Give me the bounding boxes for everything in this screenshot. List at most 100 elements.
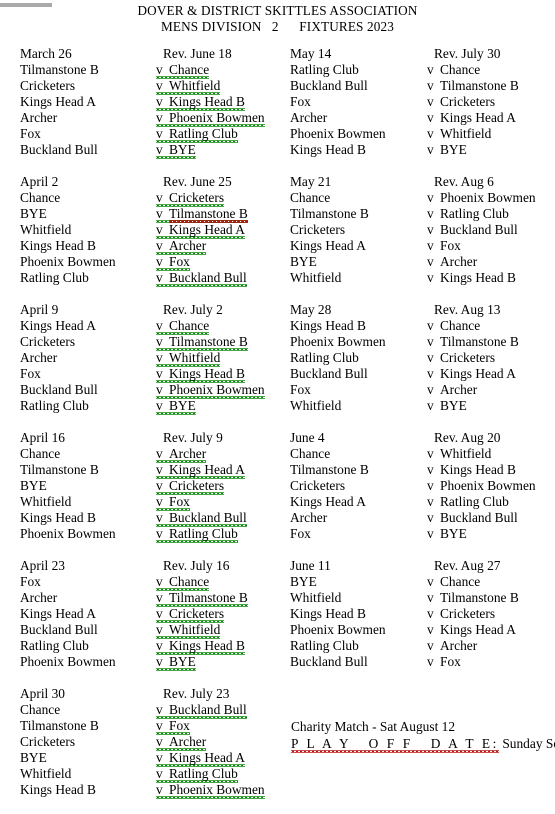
versus-token: v (156, 510, 163, 525)
grammar-squiggle: v Phoenix Bowmen (156, 110, 265, 127)
grammar-squiggle: v Chance (156, 318, 210, 335)
home-team-line: Whitfield (290, 398, 342, 413)
versus-token: v (427, 446, 434, 461)
versus-token: v (156, 702, 163, 717)
team-name: Tilmanstone B (440, 590, 519, 605)
reverse-fixture-date: Rev. July 9 (163, 430, 223, 445)
away-team-line: v BYE (156, 654, 288, 670)
fixture-home-column: April 9 Kings Head A Cricketers Archer Fox Bu… (20, 302, 160, 414)
grammar-squiggle: v BYE (156, 142, 196, 159)
versus-token: v (156, 94, 163, 109)
versus-token: v (156, 638, 163, 653)
home-team-line: Kings Head A (290, 238, 366, 253)
away-team-line: v Phoenix Bowmen (427, 190, 555, 206)
fixture-away-column: Rev. Aug 27 v Chance v Tilmanstone Bv Cricket… (427, 558, 555, 670)
reverse-fixture-date: Rev. July 30 (434, 46, 501, 61)
home-team-line: Buckland Bull (290, 78, 368, 93)
home-team-line: Cricketers (290, 478, 346, 493)
home-team-line: BYE (20, 478, 47, 493)
grammar-squiggle: v Kings Head A (156, 750, 245, 767)
versus-token: v (427, 654, 434, 669)
grammar-squiggle: v Kings Head A (156, 462, 245, 479)
versus-token: v (156, 126, 163, 141)
away-team-line: v Archer (427, 638, 555, 654)
versus-token: v (156, 382, 163, 397)
fixture-home-column: April 23 Fox Archer Kings Head A Buckland Bu… (20, 558, 160, 670)
versus-token: v (156, 590, 163, 605)
home-team-line: Fox (20, 366, 41, 381)
team-name: Kings Head B (169, 638, 245, 653)
home-team-line: Tilmanstone B (290, 206, 369, 221)
home-team-line: Phoenix Bowmen (290, 622, 386, 637)
team-name: BYE (440, 142, 467, 157)
away-team-line: v Whitfield (156, 78, 288, 94)
home-team-line: Kings Head A (20, 94, 96, 109)
away-team-line: v Whitfield (427, 126, 555, 142)
team-name: Ratling Club (169, 766, 238, 781)
team-name: Fox (169, 254, 190, 269)
fixture-home-column: April 16 Chance Tilmanstone B BYE Whitfield K… (20, 430, 160, 542)
away-team-line: v Buckland Bull (156, 510, 288, 526)
fixture-home-column: May 21 Chance Tilmanstone B Cricketers Kings… (290, 174, 428, 286)
away-team-line: v Kings Head A (156, 222, 288, 238)
versus-token: v (427, 462, 434, 477)
team-name: Kings Head A (169, 750, 245, 765)
home-team-line: Phoenix Bowmen (290, 334, 386, 349)
team-name: Cricketers (440, 94, 496, 109)
away-team-line: v Cricketers (156, 478, 288, 494)
home-team-line: BYE (290, 254, 317, 269)
versus-token: v (156, 574, 163, 589)
fixture-away-column: Rev. Aug 13 v Chance v Tilmanstone Bv Cricket… (427, 302, 555, 414)
grammar-squiggle: v Ratling Club (156, 126, 238, 143)
fixture-home-column: May 28 Kings Head B Phoenix Bowmen Ratling … (290, 302, 428, 414)
home-team-line: Chance (20, 190, 61, 205)
away-team-line: v Chance (427, 62, 555, 78)
home-team-line: Kings Head B (290, 142, 366, 157)
away-team-line: v BYE (156, 398, 288, 414)
grammar-squiggle: v BYE (156, 398, 196, 415)
home-team-line: BYE (20, 750, 47, 765)
home-team-line: Tilmanstone B (20, 718, 99, 733)
grammar-squiggle: v Fox (156, 254, 190, 271)
team-name: Tilmanstone B (169, 590, 248, 605)
away-team-line: v Tilmanstone B (156, 334, 288, 350)
home-team-line: Chance (20, 702, 61, 717)
versus-token: v (156, 142, 163, 157)
home-team-line: Fox (290, 94, 311, 109)
grammar-squiggle: v Tilmanstone B (156, 206, 248, 223)
versus-token: v (156, 446, 163, 461)
grammar-squiggle: v Whitfield (156, 78, 221, 95)
grammar-squiggle: v Kings Head B (156, 638, 245, 655)
home-team-line: Whitfield (20, 222, 72, 237)
grammar-squiggle: v Chance (156, 62, 210, 79)
versus-token: v (427, 478, 434, 493)
team-name: Archer (169, 446, 207, 461)
home-team-line: Cricketers (20, 78, 76, 93)
home-team-line: Whitfield (290, 590, 342, 605)
home-team-line: Buckland Bull (20, 142, 98, 157)
home-team-line: Kings Head B (290, 606, 366, 621)
versus-token: v (427, 94, 434, 109)
versus-token: v (427, 494, 434, 509)
away-team-line: v Kings Head B (156, 366, 288, 382)
away-team-line: v Kings Head A (427, 110, 555, 126)
home-team-line: Buckland Bull (20, 382, 98, 397)
team-name: Ratling Club (169, 526, 238, 541)
team-name: Buckland Bull (169, 510, 247, 525)
fixture-home-column (290, 686, 428, 702)
fixture-date: March 26 (20, 46, 72, 61)
versus-token: v (156, 766, 163, 781)
reverse-fixture-date: Rev. Aug 20 (434, 430, 501, 445)
fixture-week-row: April 23 Fox Archer Kings Head A Buckland Bu… (0, 558, 555, 686)
versus-token: v (427, 318, 434, 333)
home-team-line: Cricketers (20, 334, 76, 349)
team-name: Cricketers (440, 606, 496, 621)
away-team-line: v Ratling Club (156, 766, 288, 782)
away-team-line: v BYE (427, 398, 555, 414)
team-name: Kings Head A (169, 222, 245, 237)
team-name: Tilmanstone B (169, 334, 248, 349)
versus-token: v (427, 510, 434, 525)
away-team-line: v Tilmanstone B (427, 590, 555, 606)
away-team-line: v Chance (156, 318, 288, 334)
team-name: Ratling Club (440, 206, 509, 221)
